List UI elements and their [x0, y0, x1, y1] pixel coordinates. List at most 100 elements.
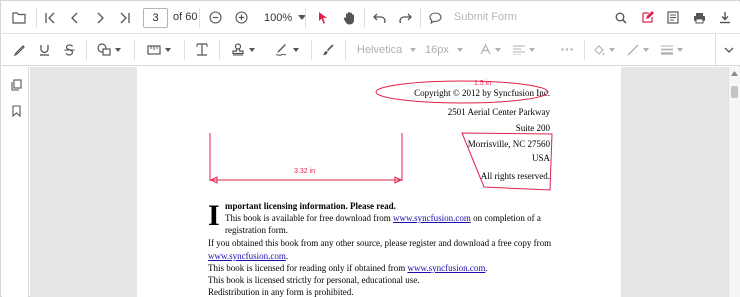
toolbar-separator: [219, 40, 220, 60]
search-icon[interactable]: [610, 2, 632, 33]
chevron-down-icon: [115, 47, 121, 52]
chevron-down-icon: [293, 47, 299, 52]
stamp-icon: [231, 43, 244, 56]
toolbar-separator: [36, 8, 37, 28]
syncfusion-link[interactable]: www.syncfusion.com: [407, 263, 485, 273]
scrollbar-thumb[interactable]: [731, 86, 738, 98]
vertical-scrollbar[interactable]: [728, 67, 740, 297]
paragraph-line: registration form.: [225, 225, 288, 235]
font-size-dropdown[interactable]: 16px: [425, 34, 463, 65]
collapse-toolbar-icon[interactable]: [718, 34, 740, 65]
toolbar-separator: [715, 34, 716, 65]
paragraph-line: This book is licensed strictly for perso…: [208, 275, 420, 285]
paragraph-line: www.syncfusion.com.: [208, 251, 289, 261]
chevron-down-icon: [643, 47, 649, 52]
chevron-down-icon: [609, 47, 615, 52]
main-toolbar: 3 of 60 100% Submit Form: [2, 2, 740, 34]
more-options-icon[interactable]: [556, 34, 578, 65]
font-color-icon: [479, 44, 491, 55]
annotation-edit-icon[interactable]: [636, 2, 658, 33]
zoom-dropdown[interactable]: 100%: [264, 2, 307, 33]
bookmarks-icon[interactable]: [5, 101, 27, 121]
chevron-down-icon: [456, 47, 463, 52]
ellipse-measure-label: 1.5 in: [474, 80, 492, 87]
free-text-icon[interactable]: [191, 34, 213, 65]
line-thickness-icon: [661, 45, 673, 55]
submit-form-button[interactable]: Submit Form: [454, 2, 517, 33]
ink-brush-icon[interactable]: [317, 34, 339, 65]
stroke-pen-icon: [627, 44, 639, 55]
text-align-dropdown[interactable]: [510, 34, 538, 65]
toolbar-separator: [199, 8, 200, 28]
chevron-down-icon: [410, 47, 417, 52]
chevron-down-icon: [165, 47, 171, 52]
align-left-icon: [513, 44, 525, 55]
document-viewer[interactable]: Copyright © 2012 by Syncfusion Inc. 2501…: [30, 67, 728, 297]
strikethrough-icon[interactable]: [58, 34, 80, 65]
zoom-value: 100%: [264, 11, 293, 24]
shapes-dropdown[interactable]: [92, 34, 126, 65]
form-designer-icon[interactable]: [662, 2, 684, 33]
signature-pen-icon: [275, 43, 287, 56]
toolbar-separator: [134, 40, 135, 60]
syncfusion-link[interactable]: www.syncfusion.com: [393, 213, 471, 223]
toolbar-separator: [584, 40, 585, 60]
toolbar-separator: [305, 8, 306, 28]
download-icon[interactable]: [714, 2, 736, 33]
paragraph-line: Redistribution in any form is prohibited…: [208, 287, 354, 297]
pdf-viewer: 3 of 60 100% Submit Form Helvetica 16px …: [0, 0, 740, 297]
paragraph-line: If you obtained this book from any other…: [208, 238, 552, 248]
font-color-dropdown[interactable]: [477, 34, 503, 65]
shapes-icon: [97, 43, 111, 56]
pan-hand-icon[interactable]: [338, 2, 360, 33]
previous-page-icon[interactable]: [64, 2, 86, 33]
toolbar-separator: [184, 40, 185, 60]
first-page-icon[interactable]: [39, 2, 61, 33]
last-page-icon[interactable]: [114, 2, 136, 33]
toolbar-separator: [364, 8, 365, 28]
toolbar-separator: [86, 40, 87, 60]
navigation-sidebar: [2, 67, 29, 297]
stroke-color-dropdown[interactable]: [624, 34, 652, 65]
current-page-input[interactable]: 3: [143, 8, 168, 28]
ruler-icon: [147, 44, 161, 55]
undo-icon[interactable]: [368, 2, 390, 33]
chevron-down-icon: [248, 47, 255, 52]
page-count: of 60: [173, 11, 198, 23]
underline-icon[interactable]: [33, 34, 55, 65]
syncfusion-link[interactable]: www.syncfusion.com: [208, 251, 286, 261]
paragraph-line: This book is available for free download…: [225, 213, 541, 223]
polygon-annotation: [461, 132, 553, 191]
comment-icon[interactable]: [424, 2, 446, 33]
selection-cursor-icon[interactable]: [312, 2, 334, 33]
page-thumbnails-icon[interactable]: [5, 75, 27, 95]
font-size-value: 16px: [425, 43, 449, 56]
next-page-icon[interactable]: [89, 2, 111, 33]
chevron-down-icon: [677, 47, 683, 52]
signature-dropdown[interactable]: [269, 34, 305, 65]
toolbar-separator: [311, 40, 312, 60]
print-icon[interactable]: [688, 2, 710, 33]
pdf-page: Copyright © 2012 by Syncfusion Inc. 2501…: [137, 67, 621, 297]
calibrate-dropdown[interactable]: [142, 34, 176, 65]
font-family-value: Helvetica: [357, 43, 403, 56]
drop-cap: I: [208, 199, 220, 232]
redo-icon[interactable]: [394, 2, 416, 33]
chevron-down-icon: [529, 47, 535, 52]
highlight-icon[interactable]: [8, 34, 30, 65]
distance-annotation: [209, 133, 403, 184]
distance-measure-label: 3.32 in: [294, 168, 316, 175]
toolbar-separator: [420, 8, 421, 28]
fill-color-dropdown[interactable]: [590, 34, 618, 65]
stamp-dropdown[interactable]: [225, 34, 261, 65]
line-thickness-dropdown[interactable]: [658, 34, 686, 65]
zoom-in-icon[interactable]: [230, 2, 252, 33]
open-file-icon[interactable]: [8, 2, 30, 33]
paragraph-line: This book is licensed for reading only i…: [208, 263, 488, 273]
fill-bucket-icon: [594, 44, 605, 55]
section-heading: mportant licensing information. Please r…: [225, 201, 396, 211]
scroll-up-icon[interactable]: [731, 71, 738, 76]
zoom-out-icon[interactable]: [204, 2, 226, 33]
font-family-dropdown[interactable]: Helvetica: [357, 34, 417, 65]
ellipse-annotation: [375, 80, 549, 104]
